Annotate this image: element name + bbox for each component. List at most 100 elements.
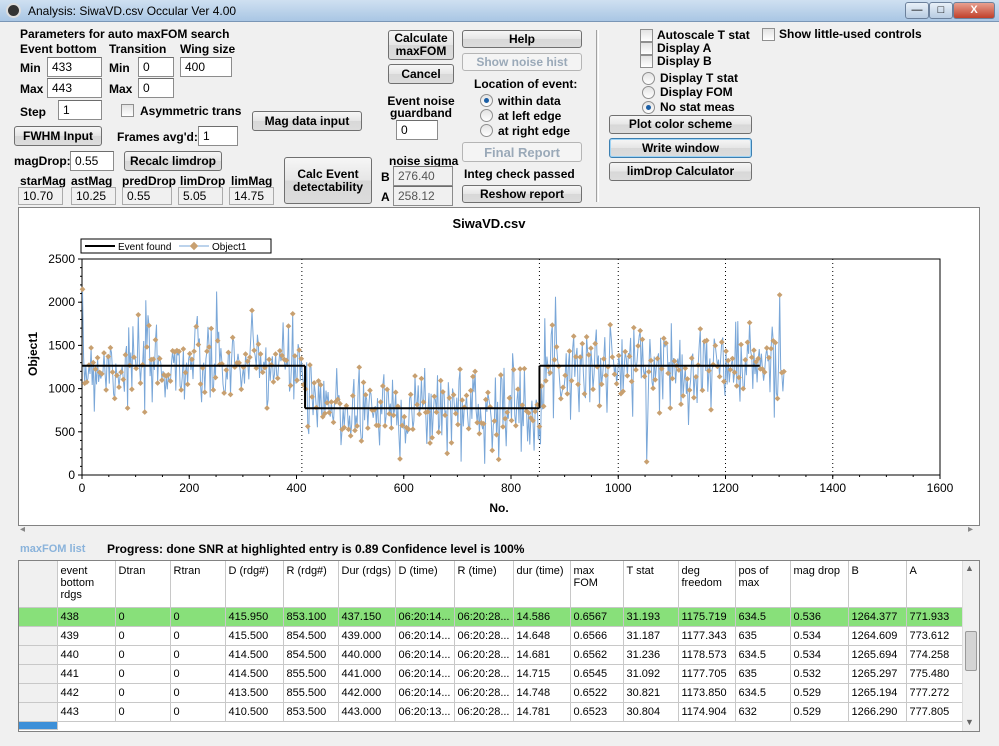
table-cell[interactable]: 06:20:14... [395, 683, 455, 703]
table-cell[interactable]: 771.933 [906, 607, 963, 627]
chart-panel[interactable]: SiwaVD.csv No. Object1 Event found Objec… [18, 207, 980, 526]
table-cell[interactable]: 443.000 [338, 702, 396, 722]
table-cell[interactable]: 0 [170, 683, 226, 703]
light-curve-chart[interactable]: SiwaVD.csv No. Object1 Event found Objec… [19, 208, 979, 525]
table-cell[interactable]: 1265.694 [848, 645, 907, 665]
table-cell[interactable]: 853.500 [283, 702, 339, 722]
table-cell[interactable]: 1174.904 [678, 702, 736, 722]
row-header[interactable] [19, 721, 58, 730]
table-cell[interactable]: 1175.719 [678, 607, 736, 627]
calculate-maxfom-button[interactable]: Calculate maxFOM [388, 30, 454, 60]
table-row[interactable]: 443 0 0 410.500 853.500 443.000 06:20:13... 06:… [19, 702, 963, 722]
display-fom-radio[interactable] [642, 86, 655, 99]
table-cell[interactable]: 14.748 [513, 683, 571, 703]
table-cell[interactable]: 1265.194 [848, 683, 907, 703]
write-window-button[interactable]: Write window [609, 138, 752, 158]
table-row[interactable]: 440 0 0 414.500 854.500 440.000 06:20:14... 06:… [19, 645, 963, 665]
column-header[interactable]: deg freedom [678, 561, 736, 608]
column-header[interactable]: D (rdg#) [225, 561, 284, 608]
table-cell[interactable]: 30.804 [623, 702, 679, 722]
table-cell[interactable]: 0.534 [790, 626, 849, 646]
table-cell[interactable]: 14.715 [513, 664, 571, 684]
table-cell[interactable]: 439.000 [338, 626, 396, 646]
row-header[interactable] [19, 626, 58, 646]
table-cell[interactable]: 634.5 [735, 683, 791, 703]
table-cell[interactable]: 0.534 [790, 645, 849, 665]
table-cell[interactable]: 853.100 [283, 607, 339, 627]
fwhm-input-button[interactable]: FWHM Input [14, 126, 102, 146]
close-button[interactable]: X [953, 2, 995, 19]
table-cell[interactable]: 06:20:14... [395, 645, 455, 665]
frames-input[interactable]: 1 [198, 126, 238, 146]
scroll-down-icon[interactable]: ▼ [965, 717, 974, 727]
table-row[interactable]: 441 0 0 414.500 855.500 441.000 06:20:14... 06:… [19, 664, 963, 684]
guardband-input[interactable]: 0 [396, 120, 438, 140]
table-cell[interactable]: 0 [170, 702, 226, 722]
display-b-checkbox[interactable] [640, 55, 653, 68]
table-cell[interactable]: 440 [57, 645, 116, 665]
table-cell[interactable]: 0.6545 [570, 664, 624, 684]
table-cell[interactable]: 775.480 [906, 664, 963, 684]
column-header[interactable]: T stat [623, 561, 679, 608]
plot-color-scheme-button[interactable]: Plot color scheme [609, 115, 752, 134]
column-header[interactable]: R (rdg#) [283, 561, 339, 608]
tr-max-input[interactable]: 0 [138, 78, 174, 98]
chart-scrollbar[interactable]: ◂ ▸ [18, 524, 980, 538]
table-cell[interactable]: 31.187 [623, 626, 679, 646]
table-row[interactable]: 442 0 0 413.500 855.500 442.000 06:20:14... 06:… [19, 683, 963, 703]
table-cell[interactable]: 410.500 [225, 702, 284, 722]
table-cell[interactable]: 855.500 [283, 683, 339, 703]
table-cell[interactable]: 06:20:28... [454, 683, 514, 703]
minimize-button[interactable]: — [905, 2, 929, 19]
table-cell[interactable]: 0.6567 [570, 607, 624, 627]
table-cell[interactable]: 06:20:13... [395, 702, 455, 722]
table-cell[interactable]: 31.193 [623, 607, 679, 627]
within-data-radio[interactable] [480, 94, 493, 107]
table-cell[interactable]: 415.500 [225, 626, 284, 646]
table-cell[interactable]: 1177.343 [678, 626, 736, 646]
table-cell[interactable]: 1266.290 [848, 702, 907, 722]
table-cell[interactable]: 854.500 [283, 645, 339, 665]
row-header[interactable] [19, 645, 58, 665]
table-cell[interactable]: 0.6562 [570, 645, 624, 665]
table-cell[interactable]: 0.529 [790, 683, 849, 703]
table-cell[interactable]: 0 [170, 664, 226, 684]
table-cell[interactable]: 06:20:14... [395, 607, 455, 627]
column-header[interactable]: D (time) [395, 561, 455, 608]
eb-min-input[interactable]: 433 [47, 57, 102, 77]
column-header[interactable]: A [906, 561, 963, 608]
table-cell[interactable]: 414.500 [225, 664, 284, 684]
table-cell[interactable]: 06:20:28... [454, 607, 514, 627]
table-cell[interactable]: 441.000 [338, 664, 396, 684]
table-row[interactable]: 439 0 0 415.500 854.500 439.000 06:20:14... 06:… [19, 626, 963, 646]
show-noise-hist-button[interactable]: Show noise hist [462, 53, 582, 71]
table-cell[interactable]: 0 [115, 683, 171, 703]
reshow-report-button[interactable]: Reshow report [462, 185, 582, 203]
table-cell[interactable]: 777.805 [906, 702, 963, 722]
table-cell[interactable]: 437.150 [338, 607, 396, 627]
column-header[interactable]: event bottom rdgs [57, 561, 116, 608]
table-cell[interactable]: 439 [57, 626, 116, 646]
help-button[interactable]: Help [462, 30, 582, 48]
table-cell[interactable]: 14.781 [513, 702, 571, 722]
right-edge-radio[interactable] [480, 124, 493, 137]
table-cell[interactable]: 31.236 [623, 645, 679, 665]
table-cell[interactable]: 14.586 [513, 607, 571, 627]
table-cell[interactable]: 635 [735, 626, 791, 646]
table-cell[interactable]: 1264.377 [848, 607, 907, 627]
column-header[interactable]: B [848, 561, 907, 608]
cancel-button[interactable]: Cancel [388, 64, 454, 84]
table-cell[interactable]: 0 [115, 645, 171, 665]
calc-event-detectability-button[interactable]: Calc Event detectability [284, 157, 372, 204]
left-edge-radio[interactable] [480, 109, 493, 122]
table-cell[interactable]: 1173.850 [678, 683, 736, 703]
table-cell[interactable]: 14.681 [513, 645, 571, 665]
table-cell[interactable]: 06:20:28... [454, 702, 514, 722]
scroll-right-icon[interactable]: ▸ [968, 524, 973, 535]
table-cell[interactable]: 440.000 [338, 645, 396, 665]
row-header[interactable] [19, 702, 58, 722]
table-cell[interactable]: 1177.705 [678, 664, 736, 684]
final-report-button[interactable]: Final Report [462, 142, 582, 162]
no-stat-radio[interactable] [642, 101, 655, 114]
eb-max-input[interactable]: 443 [47, 78, 102, 98]
